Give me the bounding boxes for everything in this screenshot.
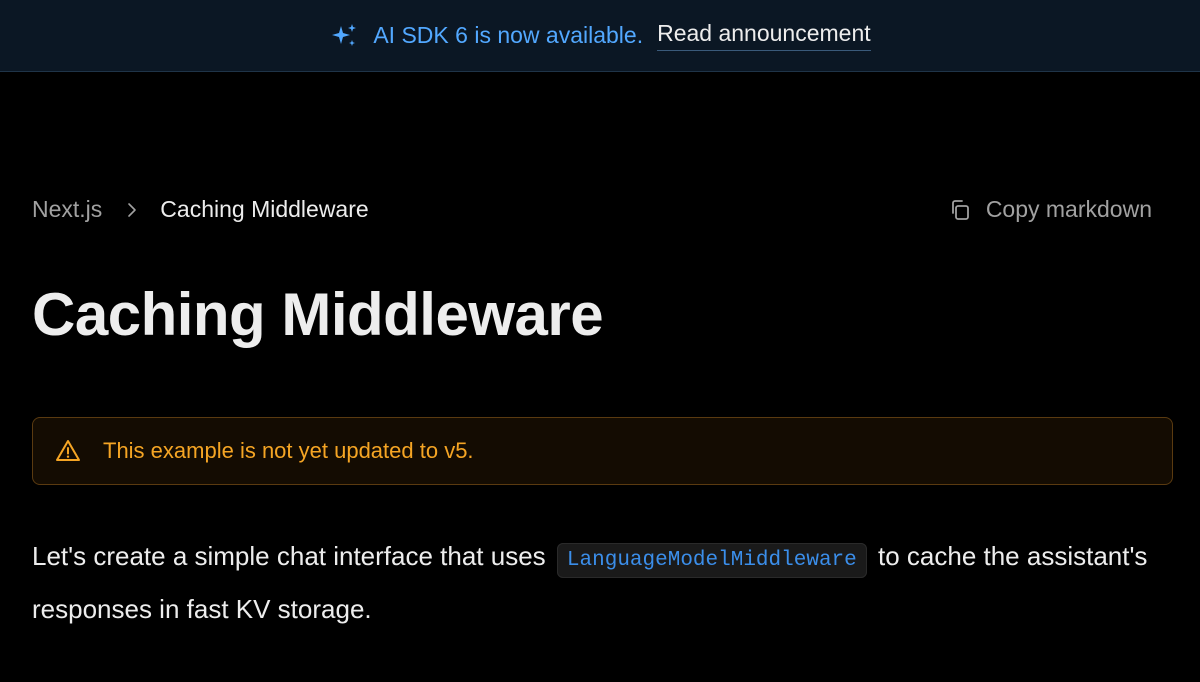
announcement-banner: AI SDK 6 is now available. Read announce…: [0, 0, 1200, 72]
announcement-text: AI SDK 6 is now available.: [373, 22, 644, 48]
breadcrumb-current: Caching Middleware: [160, 196, 369, 222]
warning-callout: This example is not yet updated to v5.: [32, 417, 1173, 485]
chevron-right-icon: [126, 202, 138, 218]
breadcrumb: Next.js Caching Middleware: [32, 196, 369, 223]
breadcrumb-item-nextjs[interactable]: Next.js: [32, 196, 102, 223]
warning-text: This example is not yet updated to v5.: [103, 438, 474, 463]
intro-paragraph: Let's create a simple chat interface tha…: [32, 532, 1172, 633]
read-announcement-link[interactable]: Read announcement: [657, 20, 871, 51]
copy-markdown-button[interactable]: Copy markdown: [948, 196, 1152, 223]
inline-code: LanguageModelMiddleware: [556, 543, 867, 578]
copy-icon: [948, 198, 972, 222]
page-title: Caching Middleware: [32, 281, 604, 348]
intro-text-start: Let's create a simple chat interface tha…: [32, 541, 553, 571]
copy-markdown-label: Copy markdown: [985, 196, 1152, 222]
warning-triangle-icon: [55, 438, 81, 464]
sparkles-icon: [329, 21, 359, 51]
